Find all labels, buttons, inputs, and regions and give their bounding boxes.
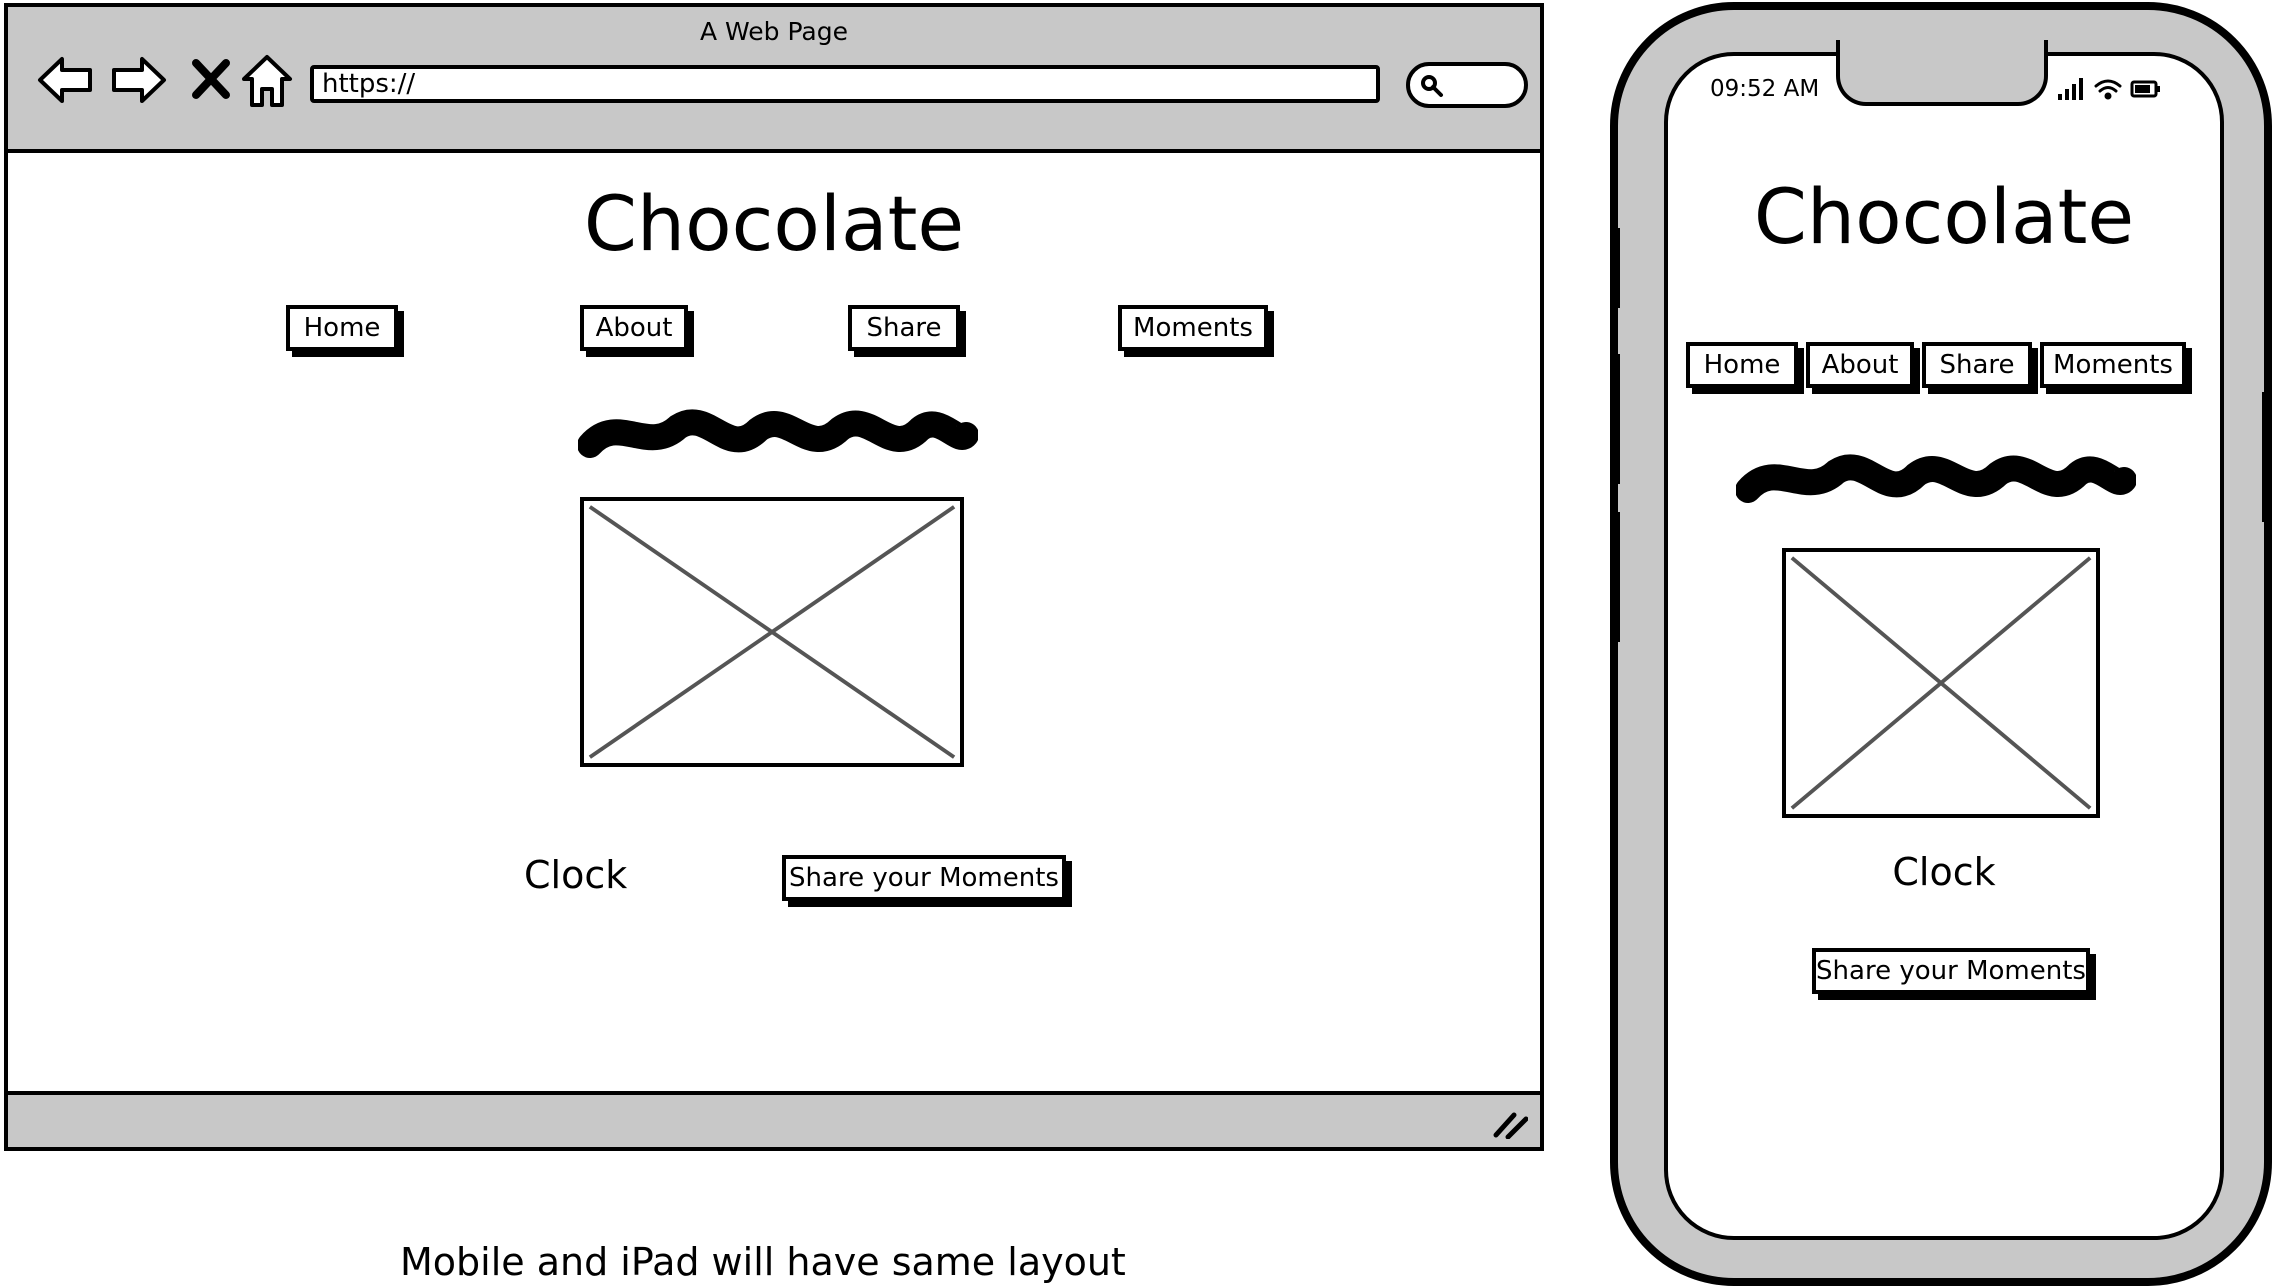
browser-window-title: A Web Page — [699, 17, 849, 46]
mobile-scribble-heading-placeholder — [1736, 454, 2136, 503]
nav-home-button[interactable]: Home — [286, 305, 398, 351]
page-title: Chocolate — [583, 179, 965, 268]
mobile-image-placeholder-x-icon — [1790, 556, 2092, 810]
search-button[interactable] — [1406, 62, 1528, 108]
home-icon[interactable] — [236, 49, 298, 111]
nav-moments-button[interactable]: Moments — [1118, 305, 1268, 351]
status-bar-icons — [2058, 78, 2160, 100]
mobile-nav-home-button[interactable]: Home — [1686, 342, 1798, 388]
browser-status-bar — [8, 1091, 1540, 1147]
mobile-nav-share-button[interactable]: Share — [1922, 342, 2032, 388]
search-icon — [1421, 75, 1443, 97]
forward-arrow-icon[interactable] — [108, 49, 170, 111]
mobile-clock-label: Clock — [1892, 850, 1996, 894]
browser-toolbar: A Web Page https:// — [8, 7, 1540, 153]
nav-about-button[interactable]: About — [580, 305, 688, 351]
caption-note: Mobile and iPad will have same layout — [400, 1240, 1126, 1284]
scribble-heading-placeholder — [578, 409, 978, 458]
clock-label: Clock — [524, 853, 628, 897]
wifi-icon — [2094, 79, 2122, 100]
resize-grip-icon[interactable] — [1492, 1109, 1528, 1139]
nav-share-button[interactable]: Share — [848, 305, 960, 351]
image-placeholder — [580, 497, 964, 767]
close-x-icon[interactable] — [180, 49, 242, 111]
image-placeholder-x-icon — [588, 505, 956, 759]
phone-notch — [1836, 40, 2048, 106]
battery-icon — [2130, 80, 2160, 98]
mobile-share-moments-button[interactable]: Share your Moments — [1812, 948, 2090, 994]
share-moments-button[interactable]: Share your Moments — [782, 855, 1066, 901]
url-input[interactable]: https:// — [310, 65, 1380, 103]
back-arrow-icon[interactable] — [34, 49, 96, 111]
browser-window: A Web Page https:// Chocolate Home About… — [4, 3, 1544, 1151]
signal-icon — [2058, 78, 2083, 100]
mobile-image-placeholder — [1782, 548, 2100, 818]
status-bar-time: 09:52 AM — [1710, 76, 1820, 102]
mobile-nav-about-button[interactable]: About — [1806, 342, 1914, 388]
mobile-nav-moments-button[interactable]: Moments — [2040, 342, 2186, 388]
mobile-page-title: Chocolate — [1753, 172, 2135, 261]
